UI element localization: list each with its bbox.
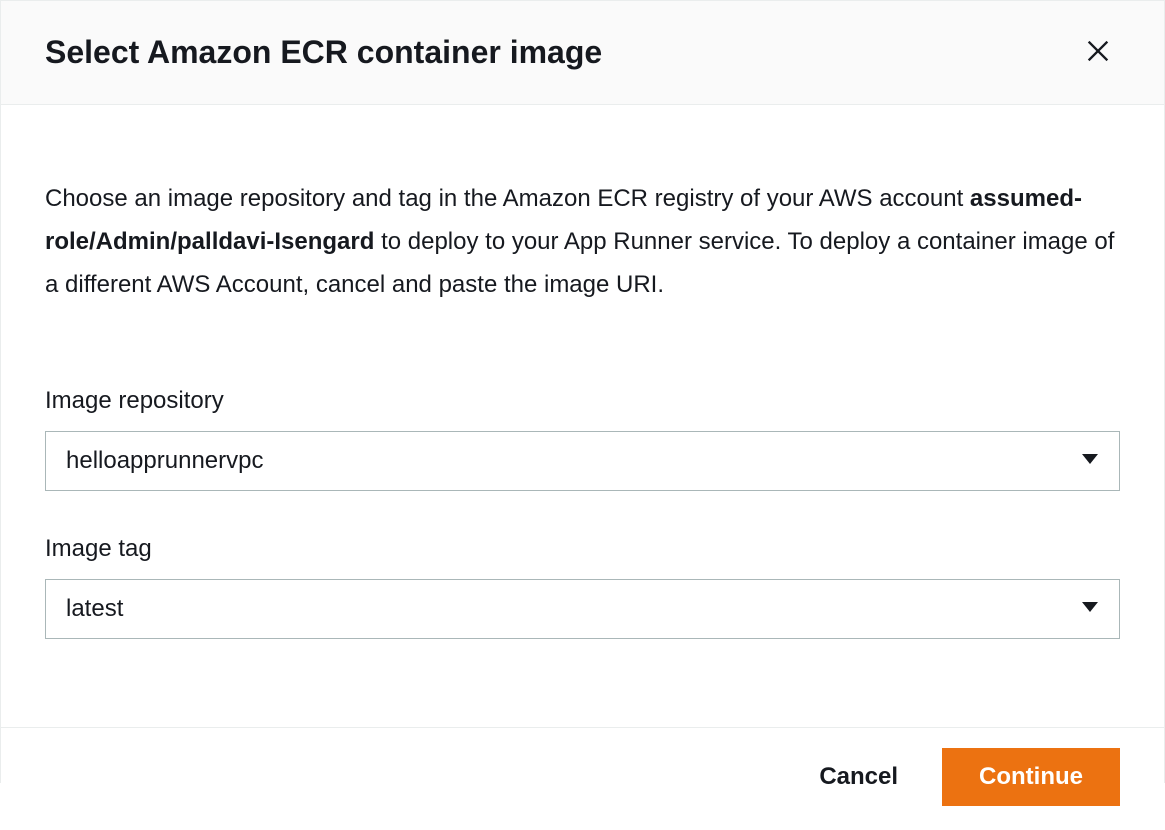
continue-button[interactable]: Continue bbox=[942, 748, 1120, 806]
image-tag-select[interactable]: latest bbox=[45, 579, 1120, 639]
image-repository-value[interactable]: helloapprunnervpc bbox=[45, 431, 1120, 491]
modal-body: Choose an image repository and tag in th… bbox=[1, 105, 1164, 727]
modal-description: Choose an image repository and tag in th… bbox=[45, 177, 1120, 307]
close-icon bbox=[1084, 37, 1112, 68]
image-tag-value[interactable]: latest bbox=[45, 579, 1120, 639]
modal-title: Select Amazon ECR container image bbox=[45, 33, 602, 71]
cancel-button[interactable]: Cancel bbox=[803, 751, 914, 803]
image-tag-field: Image tag latest bbox=[45, 535, 1120, 639]
modal-header: Select Amazon ECR container image bbox=[1, 1, 1164, 105]
modal-footer: Cancel Continue bbox=[1, 727, 1164, 830]
close-button[interactable] bbox=[1076, 29, 1120, 76]
image-repository-select[interactable]: helloapprunnervpc bbox=[45, 431, 1120, 491]
image-repository-field: Image repository helloapprunnervpc bbox=[45, 387, 1120, 491]
image-repository-label: Image repository bbox=[45, 387, 1120, 415]
select-ecr-image-modal: Select Amazon ECR container image Choose… bbox=[0, 0, 1165, 783]
description-prefix: Choose an image repository and tag in th… bbox=[45, 185, 970, 212]
image-tag-label: Image tag bbox=[45, 535, 1120, 563]
